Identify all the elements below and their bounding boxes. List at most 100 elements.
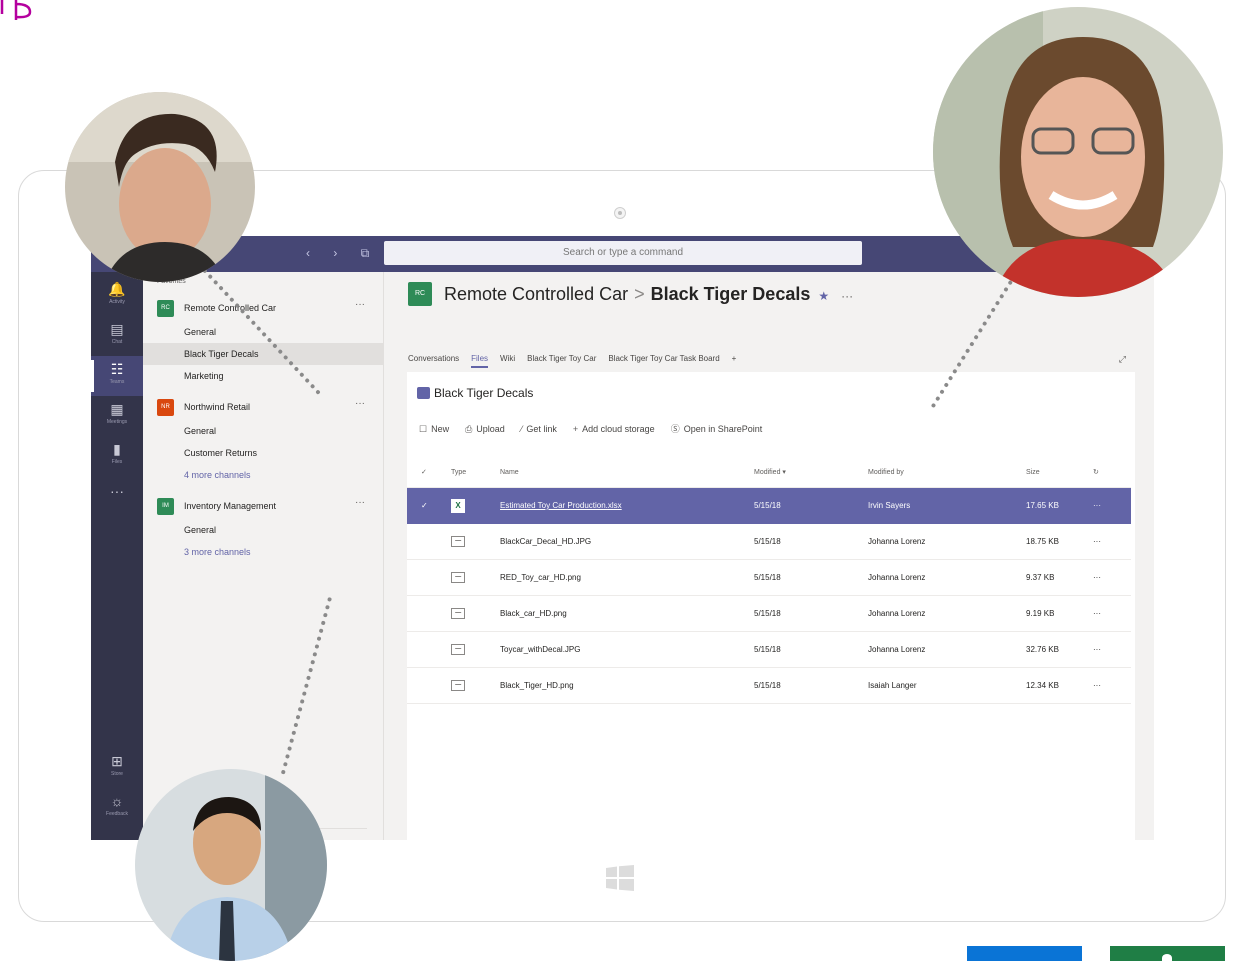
- column-header-size[interactable]: Size: [1026, 458, 1040, 488]
- channel-more-button[interactable]: ···: [841, 289, 853, 303]
- plus-button[interactable]: + Add cloud storage: [573, 424, 655, 434]
- column-header-name[interactable]: Name: [500, 458, 519, 488]
- team-row[interactable]: NR Northwind Retail ···: [143, 397, 384, 419]
- tab-black-tiger-toy-car[interactable]: Black Tiger Toy Car: [527, 354, 596, 366]
- rail-label: Files: [111, 459, 123, 465]
- expand-icon[interactable]: ⤢: [1119, 354, 1126, 365]
- file-name[interactable]: RED_Toy_car_HD.png: [500, 560, 581, 596]
- channel-item[interactable]: 4 more channels: [143, 464, 384, 486]
- link-button[interactable]: ⁄ Get link: [521, 424, 557, 434]
- image-file-icon: [451, 608, 465, 620]
- rail-store[interactable]: ⊞ Store: [91, 748, 143, 788]
- history-nav-buttons[interactable]: ‹ › ⧉: [306, 246, 379, 261]
- new-icon: ☐: [419, 424, 428, 434]
- table-row[interactable]: ✓ X Estimated Toy Car Production.xlsx 5/15/…: [407, 488, 1131, 524]
- file-modified: 5/15/18: [754, 681, 781, 690]
- channel-item[interactable]: General: [143, 420, 384, 442]
- sharepoint-button[interactable]: Ⓢ Open in SharePoint: [671, 424, 763, 434]
- file-type: [451, 632, 465, 668]
- file-type: [451, 524, 465, 560]
- rail-files[interactable]: ▮ Files: [91, 436, 143, 476]
- channel-item[interactable]: General: [143, 519, 384, 541]
- library-title-text: Black Tiger Decals: [434, 386, 534, 400]
- file-modified: 5/15/18: [754, 573, 781, 582]
- column-header-modified-by[interactable]: Modified by: [868, 458, 904, 488]
- command-label: New: [431, 424, 450, 434]
- calendar-icon: ▦: [110, 401, 124, 417]
- rail-calendar[interactable]: ▦ Meetings: [91, 396, 143, 436]
- image-file-icon: [451, 572, 465, 584]
- participant-photo-man-2: [135, 769, 327, 961]
- select-all-checkbox[interactable]: ✓: [421, 458, 427, 488]
- file-name[interactable]: Black_Tiger_HD.png: [500, 668, 574, 704]
- feedback-icon: ☼: [110, 793, 124, 809]
- tab-wiki[interactable]: Wiki: [500, 354, 515, 366]
- participant-photo-woman: [933, 7, 1223, 297]
- rail-more[interactable]: ···: [91, 478, 143, 518]
- row-more-button[interactable]: ···: [1093, 668, 1101, 704]
- file-size: 32.76 KB: [1026, 645, 1059, 654]
- column-header-type[interactable]: Type: [451, 458, 466, 488]
- column-header-modified[interactable]: Modified ▾: [754, 458, 786, 488]
- table-row[interactable]: RED_Toy_car_HD.png 5/15/18 Johanna Lorenz 9…: [407, 560, 1131, 596]
- team-row[interactable]: RC Remote Controlled Car ···: [143, 298, 384, 320]
- row-more-button[interactable]: ···: [1093, 632, 1101, 668]
- favorite-star-icon[interactable]: ★: [818, 289, 829, 303]
- team-more-button[interactable]: ···: [355, 497, 365, 508]
- table-row[interactable]: Black_car_HD.png 5/15/18 Johanna Lorenz 9.1…: [407, 596, 1131, 632]
- file-name[interactable]: Black_car_HD.png: [500, 596, 567, 632]
- channel-tabs: Conversations Files Wiki Black Tiger Toy Ca…: [408, 354, 748, 368]
- file-name[interactable]: BlackCar_Decal_HD.JPG: [500, 524, 591, 560]
- files-content: Black Tiger Decals ☐ New ⎙ Upload ⁄ Get link +…: [407, 372, 1135, 840]
- upload-button[interactable]: ⎙ Upload: [465, 424, 505, 434]
- row-more-button[interactable]: ···: [1093, 596, 1101, 632]
- windows-logo-icon: [606, 865, 634, 891]
- table-row[interactable]: BlackCar_Decal_HD.JPG 5/15/18 Johanna Lore…: [407, 524, 1131, 560]
- image-file-icon: [451, 536, 465, 548]
- search-input[interactable]: Search or type a command: [384, 241, 862, 265]
- row-checkbox[interactable]: ✓: [421, 488, 428, 524]
- link-icon: ⁄: [520, 424, 523, 434]
- row-more-button[interactable]: ···: [1093, 488, 1101, 524]
- tab-black-tiger-toy-car-task-board[interactable]: Black Tiger Toy Car Task Board: [608, 354, 719, 366]
- tab-files[interactable]: Files: [471, 354, 489, 368]
- table-row[interactable]: Black_Tiger_HD.png 5/15/18 Isaiah Langer 12…: [407, 668, 1131, 704]
- rail-label: Activity: [109, 299, 125, 305]
- upload-icon: ⎙: [465, 424, 473, 434]
- row-more-button[interactable]: ···: [1093, 560, 1101, 596]
- rail-teams[interactable]: ☷ Teams: [91, 356, 143, 396]
- breadcrumb-separator: >: [634, 284, 645, 304]
- rail-bell[interactable]: 🔔 Activity: [91, 276, 143, 316]
- file-type: [451, 596, 465, 632]
- channel-item[interactable]: Customer Returns: [143, 442, 384, 464]
- channel-main: RC Remote Controlled Car > Black Tiger Dec…: [385, 272, 1154, 840]
- channel-item[interactable]: Black Tiger Decals: [143, 343, 384, 365]
- image-file-icon: [451, 680, 465, 692]
- rail-feedback[interactable]: ☼ Feedback: [91, 788, 143, 828]
- channel-item[interactable]: 3 more channels: [143, 541, 384, 563]
- team-row[interactable]: IM Inventory Management ···: [143, 496, 384, 518]
- app-rail: 🔔 Activity ▤ Chat ☷ Teams ▦ Meetings ▮ Files ··· ⊞ S…: [91, 272, 143, 840]
- sync-icon[interactable]: ↻: [1093, 458, 1099, 488]
- rail-label: Chat: [111, 339, 123, 345]
- tab-add[interactable]: +: [732, 354, 737, 366]
- channel-item[interactable]: Marketing: [143, 365, 384, 387]
- row-more-button[interactable]: ···: [1093, 524, 1101, 560]
- file-name[interactable]: Toycar_withDecal.JPG: [500, 632, 580, 668]
- tab-conversations[interactable]: Conversations: [408, 354, 459, 366]
- breadcrumb-channel: Black Tiger Decals: [650, 284, 811, 304]
- command-bar: ☐ New ⎙ Upload ⁄ Get link + Add cloud storage Ⓢ O…: [419, 422, 778, 435]
- rail-chat[interactable]: ▤ Chat: [91, 316, 143, 356]
- team-more-button[interactable]: ···: [355, 398, 365, 409]
- new-button[interactable]: ☐ New: [419, 424, 449, 434]
- team-avatar: IM: [157, 498, 174, 515]
- blue-button[interactable]: [967, 946, 1082, 961]
- breadcrumb-team[interactable]: Remote Controlled Car: [444, 284, 628, 304]
- team-more-button[interactable]: ···: [355, 299, 365, 310]
- rail-label: Feedback: [106, 811, 128, 817]
- team-name: Northwind Retail: [184, 402, 251, 412]
- file-name[interactable]: Estimated Toy Car Production.xlsx: [500, 488, 622, 524]
- file-size: 18.75 KB: [1026, 537, 1059, 546]
- green-button[interactable]: [1110, 946, 1225, 962]
- table-row[interactable]: Toycar_withDecal.JPG 5/15/18 Johanna Loren…: [407, 632, 1131, 668]
